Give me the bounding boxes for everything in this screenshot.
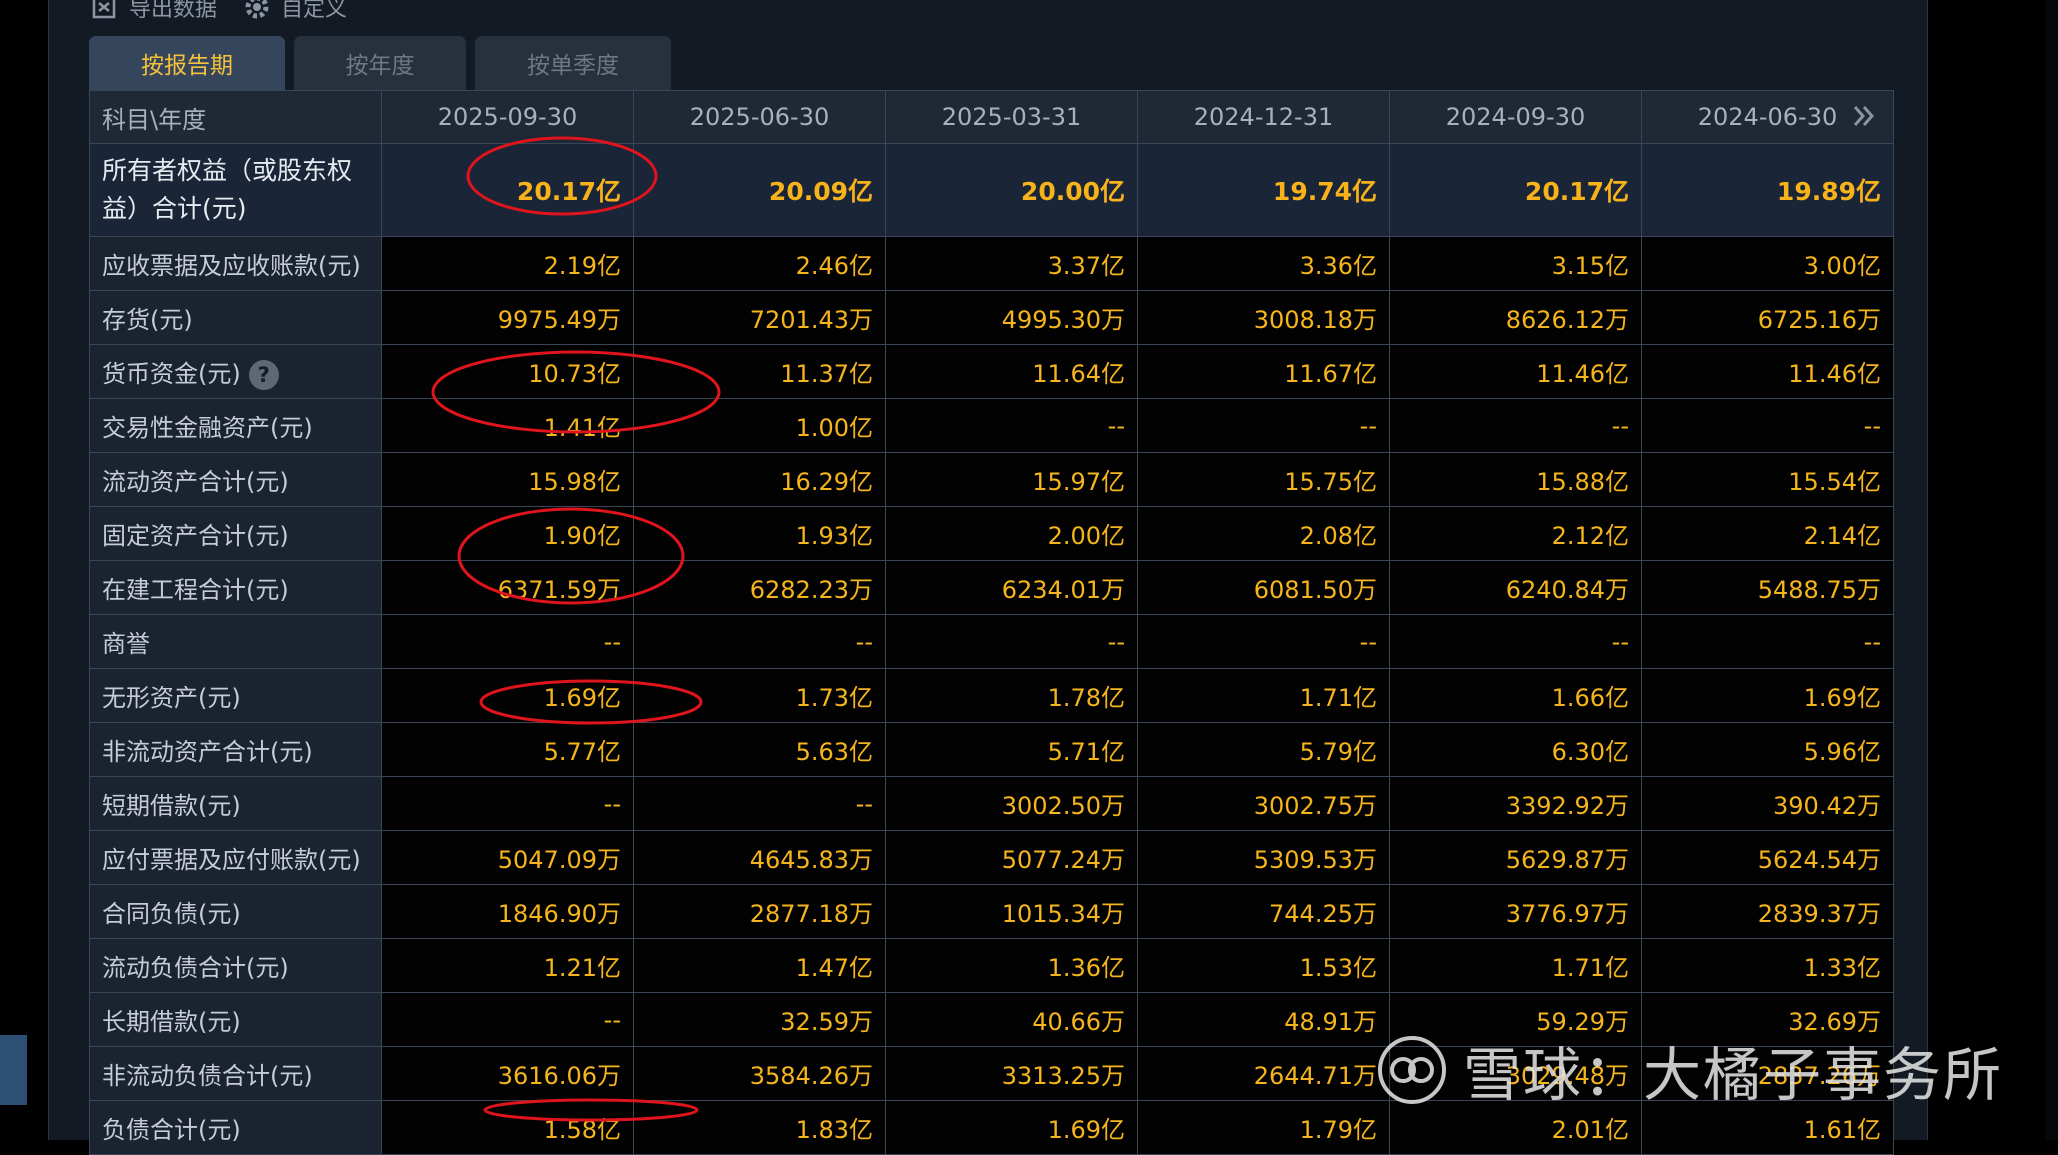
annotation-layer	[431, 136, 721, 1122]
annotation-ellipse	[479, 679, 703, 725]
annotation-ellipse	[466, 136, 658, 216]
watermark: 雪球：大橘子事务所	[1375, 1028, 2003, 1112]
left-edge-marker	[0, 1035, 27, 1105]
right-edge	[2045, 0, 2058, 1140]
annotation-ellipse	[457, 507, 685, 605]
annotation-ellipse	[431, 350, 721, 434]
financial-panel: 导出数据 自定义 按报告期 按年度 按单季度 科目\年度 2025-09-30 …	[48, 0, 1928, 1155]
watermark-text: 雪球：大橘子事务所	[1463, 1041, 2004, 1109]
annotation-ellipse	[483, 1098, 699, 1122]
xueqiu-logo-icon	[1378, 1036, 1446, 1104]
